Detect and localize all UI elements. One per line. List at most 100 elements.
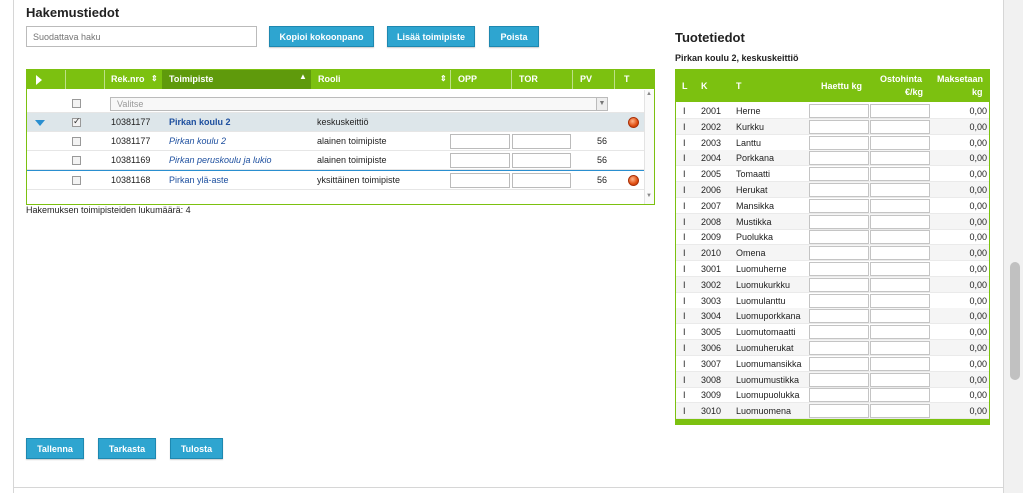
sort-ascending-icon[interactable]: ▲ <box>299 72 307 81</box>
collapse-icon[interactable] <box>35 120 45 126</box>
requested-kg-input[interactable] <box>809 388 869 403</box>
requested-kg-input[interactable] <box>809 214 869 229</box>
tor-input[interactable] <box>512 134 571 149</box>
row-checkbox[interactable] <box>72 137 81 146</box>
requested-kg-input[interactable] <box>809 246 869 261</box>
price-per-kg-input[interactable] <box>870 119 930 134</box>
product-code: 3010 <box>701 406 722 417</box>
check-button[interactable]: Tarkasta <box>98 438 156 459</box>
price-per-kg-input[interactable] <box>870 309 930 324</box>
opp-input[interactable] <box>450 134 510 149</box>
opp-input[interactable] <box>450 173 510 188</box>
select-all-checkbox[interactable] <box>72 99 81 108</box>
locations-grid-header: Rek.nro ⇕ Toimipiste ▲ Rooli ⇕ OPP TOR P… <box>27 70 654 89</box>
product-l: I <box>683 311 686 322</box>
product-code: 3006 <box>701 343 722 353</box>
requested-kg-input[interactable] <box>809 404 869 419</box>
column-header-rek[interactable]: Rek.nro <box>111 70 145 89</box>
product-row: I 3004 Luomuporkkana 0,00 <box>676 308 989 325</box>
product-name: Luomumansikka <box>736 358 802 369</box>
price-per-kg-input[interactable] <box>870 372 930 387</box>
requested-kg-input[interactable] <box>809 183 869 197</box>
price-per-kg-input[interactable] <box>870 293 930 308</box>
price-per-kg-input[interactable] <box>870 262 930 276</box>
role-filter-select-value: Valitse <box>117 99 144 109</box>
price-per-kg-input[interactable] <box>870 230 930 245</box>
role-filter-select[interactable]: Valitse ▼ <box>110 97 608 111</box>
price-per-kg-input[interactable] <box>870 246 930 261</box>
requested-kg-input[interactable] <box>809 277 869 292</box>
page-left-border <box>0 0 14 493</box>
row-location-link[interactable]: Pirkan ylä-aste <box>169 171 229 190</box>
requested-kg-input[interactable] <box>809 198 869 213</box>
row-location-link[interactable]: Pirkan koulu 2 <box>169 113 231 132</box>
requested-kg-input[interactable] <box>809 309 869 324</box>
price-per-kg-input[interactable] <box>870 214 930 229</box>
product-name: Luomuomena <box>736 406 792 417</box>
column-header-l: L <box>682 81 688 91</box>
sort-icon[interactable]: ⇕ <box>151 74 158 83</box>
table-row[interactable]: 10381169 Pirkan peruskoulu ja lukio alai… <box>27 151 654 170</box>
sort-icon[interactable]: ⇕ <box>440 74 447 83</box>
row-checkbox[interactable] <box>72 116 81 127</box>
save-button[interactable]: Tallenna <box>26 438 84 459</box>
window-scrollbar-thumb[interactable] <box>1010 262 1020 380</box>
price-per-kg-input[interactable] <box>870 183 930 197</box>
product-name: Kurkku <box>736 121 765 132</box>
price-per-kg-input[interactable] <box>870 404 930 419</box>
row-location-link[interactable]: Pirkan koulu 2 <box>169 132 226 151</box>
requested-kg-input[interactable] <box>809 135 869 150</box>
add-location-button[interactable]: Lisää toimipiste <box>387 26 475 47</box>
expand-all-icon[interactable] <box>36 75 42 85</box>
search-input[interactable] <box>26 26 257 47</box>
print-button[interactable]: Tulosta <box>170 438 223 459</box>
price-per-kg-input[interactable] <box>870 167 930 182</box>
delete-button[interactable]: Poista <box>489 26 539 47</box>
paid-kg-value: 0,00 <box>969 358 987 369</box>
column-header-toimipiste[interactable]: Toimipiste <box>169 70 213 89</box>
price-per-kg-input[interactable] <box>870 277 930 292</box>
price-per-kg-input[interactable] <box>870 341 930 355</box>
requested-kg-input[interactable] <box>809 262 869 276</box>
tor-input[interactable] <box>512 153 571 168</box>
price-per-kg-input[interactable] <box>870 198 930 213</box>
product-name: Luomutomaatti <box>736 327 796 338</box>
requested-kg-input[interactable] <box>809 293 869 308</box>
row-checkbox[interactable] <box>72 156 81 165</box>
product-row: I 2006 Herukat 0,00 <box>676 182 989 198</box>
row-location-link[interactable]: Pirkan peruskoulu ja lukio <box>169 151 272 170</box>
requested-kg-input[interactable] <box>809 151 869 166</box>
tor-input[interactable] <box>512 173 571 188</box>
price-per-kg-input[interactable] <box>870 388 930 403</box>
requested-kg-input[interactable] <box>809 325 869 340</box>
price-per-kg-input[interactable] <box>870 151 930 166</box>
tuotetiedot-title: Tuotetiedot <box>675 30 745 45</box>
table-row[interactable]: 10381177 Pirkan koulu 2 alainen toimipis… <box>27 132 654 151</box>
opp-input[interactable] <box>450 153 510 168</box>
scroll-down-icon[interactable]: ▼ <box>646 193 652 199</box>
product-row: I 3009 Luomupuolukka 0,00 <box>676 387 989 404</box>
requested-kg-input[interactable] <box>809 341 869 355</box>
requested-kg-input[interactable] <box>809 356 869 371</box>
copy-configuration-button[interactable]: Kopioi kokoonpano <box>269 26 374 47</box>
requested-kg-input[interactable] <box>809 167 869 182</box>
price-per-kg-input[interactable] <box>870 104 930 118</box>
chevron-down-icon[interactable]: ▼ <box>596 98 607 110</box>
requested-kg-input[interactable] <box>809 104 869 118</box>
requested-kg-input[interactable] <box>809 372 869 387</box>
requested-kg-input[interactable] <box>809 230 869 245</box>
product-l: I <box>683 121 686 132</box>
scroll-up-icon[interactable]: ▲ <box>646 91 652 97</box>
table-row[interactable]: 10381168 Pirkan ylä-aste yksittäinen toi… <box>27 171 654 190</box>
row-pv: 56 <box>597 175 608 185</box>
price-per-kg-input[interactable] <box>870 356 930 371</box>
table-row[interactable]: 10381177 Pirkan koulu 2 keskuskeittiö <box>27 113 654 132</box>
row-checkbox[interactable] <box>72 176 81 185</box>
price-per-kg-input[interactable] <box>870 135 930 150</box>
product-code: 2002 <box>701 121 722 132</box>
grid-scrollbar[interactable]: ▲ ▼ <box>644 90 654 204</box>
price-per-kg-input[interactable] <box>870 325 930 340</box>
product-code: 2009 <box>701 232 722 243</box>
column-header-rooli[interactable]: Rooli <box>318 70 341 89</box>
requested-kg-input[interactable] <box>809 119 869 134</box>
